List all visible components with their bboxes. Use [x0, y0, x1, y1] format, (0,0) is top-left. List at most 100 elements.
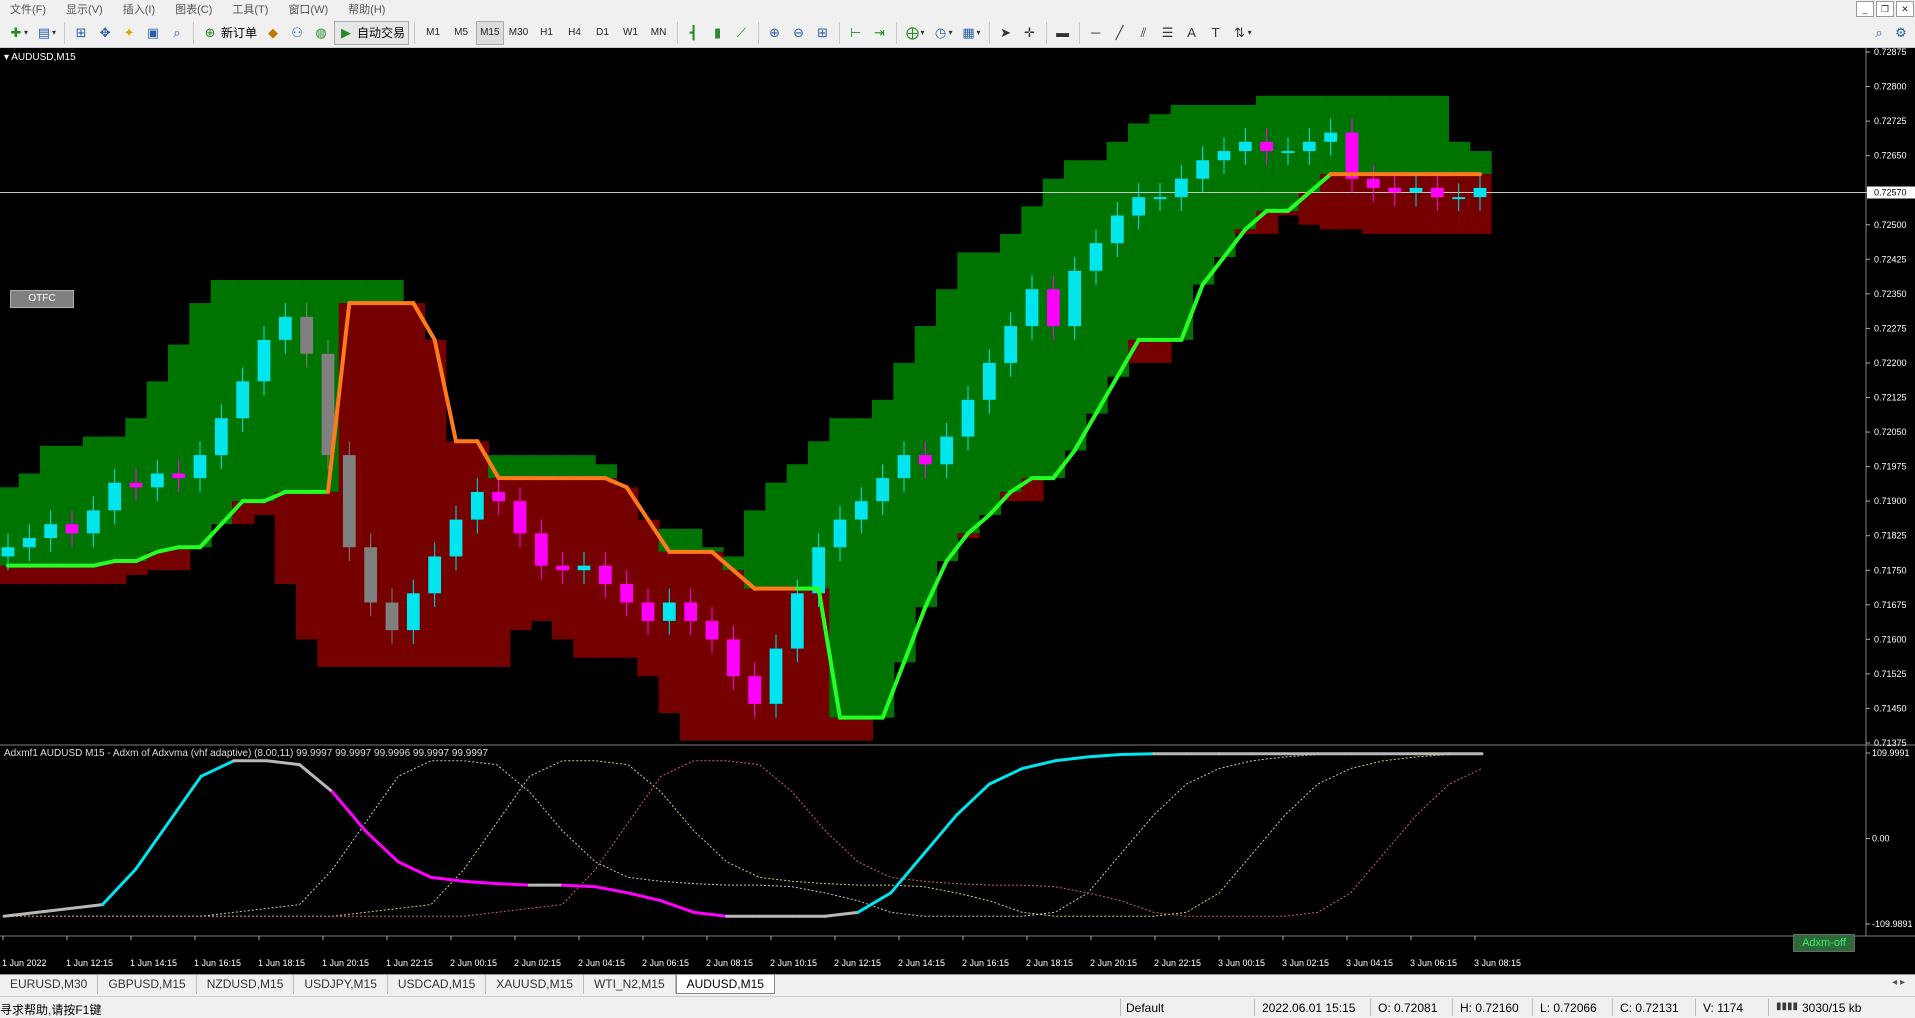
navigator-button[interactable]: ✥ [94, 21, 116, 45]
bull-zone [1405, 95, 1428, 175]
auto-trading-button[interactable]: ▶ 自动交易 [334, 20, 410, 45]
menu-insert[interactable]: 插入(I) [113, 1, 165, 17]
meta-editor-button[interactable]: ◆ [262, 21, 284, 45]
indicators-button[interactable]: ⨁ ▾ [902, 21, 928, 45]
chart-symbol-text: AUDUSD,M15 [11, 52, 76, 63]
tab-eurusd[interactable]: EURUSD,M30 [0, 975, 99, 994]
zoom-in-button[interactable]: ⊕ [764, 21, 786, 45]
candle-body [748, 676, 762, 704]
terminal-button[interactable]: ▣ [142, 21, 164, 45]
timeframe-m5[interactable]: M5 [448, 21, 474, 45]
menu-file[interactable]: 文件(F) [0, 1, 56, 17]
indicator-main-segment [396, 860, 433, 879]
menu-view[interactable]: 显示(V) [56, 1, 113, 17]
text-tool-button[interactable]: A [1181, 21, 1203, 45]
label-icon: T [1211, 24, 1220, 40]
line-chart-button[interactable]: ⟋ [731, 21, 753, 45]
tab-gbpusd[interactable]: GBPUSD,M15 [98, 975, 197, 994]
timeframe-m1[interactable]: M1 [420, 21, 446, 45]
bull-zone [914, 326, 937, 608]
hline-tool-button[interactable]: ─ [1085, 21, 1107, 45]
status-help: 寻求帮助,请按F1键 [0, 1003, 102, 1017]
adxm-toggle-button[interactable]: Adxm-off [1793, 934, 1855, 952]
tester-button[interactable]: ⌕ [166, 21, 188, 45]
new-order-button[interactable]: ⊕ 新订单 [199, 21, 260, 45]
indicator-main-segment [265, 759, 302, 767]
rectangle-tool-button[interactable]: ▬ [1052, 21, 1074, 45]
profiles-button[interactable]: ▤ ▾ [33, 21, 59, 45]
tab-audusd[interactable]: AUDUSD,M15 [675, 975, 775, 994]
search-button[interactable]: ⌕ [1868, 21, 1890, 45]
price-tick-label: 0.71825 [1874, 531, 1907, 541]
indicator-label: Adxmf1 AUDUSD M15 - Adxm of Adxvma (vhf … [4, 748, 489, 759]
menu-tools[interactable]: 工具(T) [222, 1, 278, 17]
cursor-button[interactable]: ➤ [995, 21, 1017, 45]
chart-tabs: EURUSD,M30 GBPUSD,M15 NZDUSD,M15 USDJPY,… [0, 974, 1915, 996]
timeframe-d1[interactable]: D1 [590, 21, 616, 45]
trendline-tool-button[interactable]: ╱ [1109, 21, 1131, 45]
candle-body [641, 602, 655, 621]
indicator-main-segment [659, 899, 696, 914]
market-watch-button[interactable]: ⊞ [70, 21, 92, 45]
candlestick-button[interactable]: ▮ [707, 21, 729, 45]
tile-windows-button[interactable]: ⊞ [812, 21, 834, 45]
candle-body [406, 593, 420, 631]
tab-nzdusd[interactable]: NZDUSD,M15 [197, 975, 295, 994]
tab-scroll-arrows[interactable]: ◂ ▸ [1892, 977, 1905, 988]
timeframe-w1[interactable]: W1 [618, 21, 644, 45]
tab-usdjpy[interactable]: USDJPY,M15 [294, 975, 388, 994]
periods-button[interactable]: ◷ ▾ [930, 21, 956, 45]
candle-body [961, 399, 975, 437]
timeframe-mn[interactable]: MN [646, 21, 672, 45]
price-tick-label: 0.71375 [1874, 738, 1907, 748]
timeframe-h1[interactable]: H1 [534, 21, 560, 45]
candle-body [769, 648, 783, 704]
templates-button[interactable]: ▦ ▾ [958, 21, 984, 45]
indicators-icon: ⨁ [906, 24, 920, 40]
restore-button[interactable]: ❐ [1876, 1, 1894, 17]
autoscroll-button[interactable]: ⇥ [869, 21, 891, 45]
chart-window[interactable]: 0.72875 0.72800 0.72725 0.72650 0.72570 0.725… [0, 48, 1915, 974]
chart-shift-button[interactable]: ⊢ [845, 21, 867, 45]
globe-button[interactable]: ◍ [310, 21, 332, 45]
indicator-main-segment [889, 852, 926, 895]
menu-window[interactable]: 窗口(W) [278, 1, 338, 17]
timeframe-m30[interactable]: M30 [506, 21, 532, 45]
fibo-tool-button[interactable]: ☰ [1157, 21, 1179, 45]
indicator-tick-label: -109.9891 [1872, 919, 1913, 929]
new-chart-button[interactable]: ✚ ▾ [5, 21, 31, 45]
data-window-button[interactable]: ✦ [118, 21, 140, 45]
close-button[interactable]: ✕ [1896, 1, 1914, 17]
tab-wti[interactable]: WTI_N2,M15 [584, 975, 676, 994]
crosshair-button[interactable]: ✛ [1019, 21, 1041, 45]
zoom-out-button[interactable]: ⊖ [788, 21, 810, 45]
candle-body [278, 316, 292, 340]
indicator-main-segment [1086, 753, 1123, 759]
cursor-icon: ➤ [1000, 24, 1012, 40]
bear-zone [1384, 174, 1407, 234]
channel-tool-button[interactable]: ⫽ [1133, 21, 1155, 45]
tab-usdcad[interactable]: USDCAD,M15 [388, 975, 487, 994]
price-tick-label: 0.71525 [1874, 669, 1907, 679]
signals-button[interactable]: ⚇ [286, 21, 308, 45]
arrows-tool-button[interactable]: ⇅ ▾ [1229, 21, 1255, 45]
bull-zone [744, 510, 767, 589]
status-low: L: 0.72066 [1540, 1001, 1597, 1015]
chart-canvas[interactable]: 0.72875 0.72800 0.72725 0.72650 0.72570 0.725… [0, 48, 1915, 974]
crosshair-icon: ✛ [1024, 24, 1036, 40]
tab-xauusd[interactable]: XAUUSD,M15 [486, 975, 584, 994]
time-tick-label: 1 Jun 12:15 [66, 958, 113, 968]
tile-icon: ⊞ [817, 24, 828, 40]
candle-body [172, 473, 186, 479]
bar-chart-button[interactable]: ┫ [683, 21, 705, 45]
menu-help[interactable]: 帮助(H) [338, 1, 395, 17]
time-tick-label: 3 Jun 04:15 [1346, 958, 1393, 968]
candle-body [1174, 178, 1188, 198]
timeframe-m15[interactable]: M15 [476, 20, 504, 45]
community-button[interactable]: ⚙ [1890, 21, 1912, 45]
timeframe-h4[interactable]: H4 [562, 21, 588, 45]
label-tool-button[interactable]: T [1205, 21, 1227, 45]
minimize-button[interactable]: _ [1856, 1, 1874, 17]
menu-charts[interactable]: 图表(C) [165, 1, 222, 17]
otfc-button[interactable]: OTFC [10, 290, 74, 308]
